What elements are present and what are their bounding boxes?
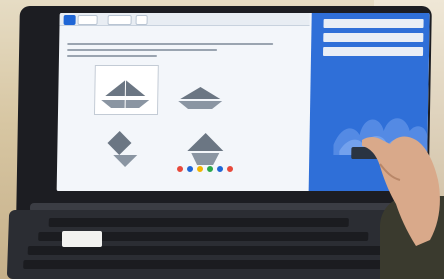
app-icon[interactable] [176, 166, 184, 172]
menu-button[interactable] [63, 15, 76, 25]
app-toolbar [59, 13, 310, 26]
app-icon[interactable] [196, 166, 204, 172]
toolbar-button[interactable] [135, 15, 148, 25]
question-text-line [67, 43, 274, 45]
toolbar-button[interactable] [107, 15, 132, 25]
finger-pointing-icon [362, 136, 440, 246]
question-text-line [66, 55, 158, 57]
app-icon[interactable] [216, 166, 224, 172]
tangram-boat-shape[interactable] [176, 83, 224, 111]
tangram-boat-shape [101, 80, 150, 108]
key-row [23, 260, 394, 269]
key-row [27, 246, 388, 255]
toolbar-button[interactable] [77, 15, 98, 25]
answer-option[interactable] [322, 47, 424, 56]
answer-option[interactable] [323, 33, 424, 42]
option-box-selected[interactable] [93, 65, 159, 115]
key-row [48, 218, 349, 227]
photo-scene [0, 0, 444, 279]
taskbar [57, 163, 307, 175]
question-text-line [67, 49, 218, 51]
laptop-sticker [62, 231, 102, 247]
app-icon[interactable] [186, 166, 194, 172]
question-area [65, 43, 303, 173]
app-icon[interactable] [206, 166, 214, 172]
app-icon[interactable] [226, 166, 234, 172]
answer-option[interactable] [323, 19, 424, 28]
